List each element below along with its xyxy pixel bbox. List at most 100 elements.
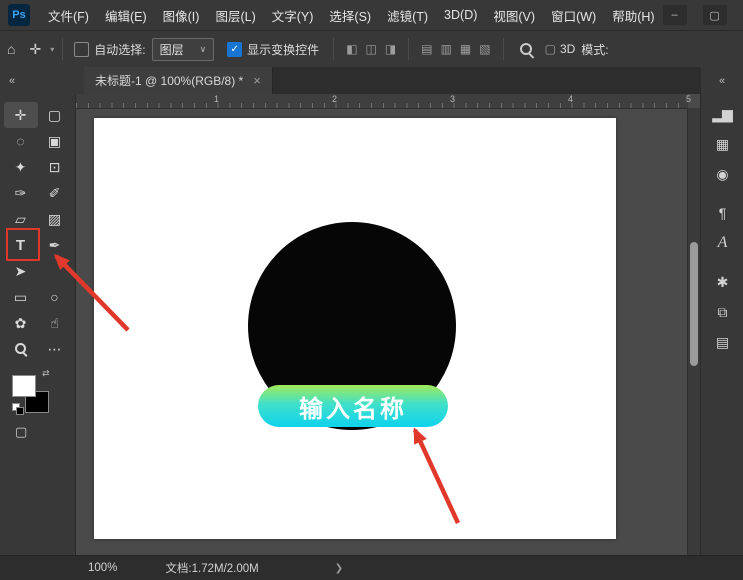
default-colors-icon[interactable] [12, 403, 24, 414]
panel-dock: ▂▆ ▦ ◉ ¶ A ✱ ⧉ ▤ [700, 94, 743, 556]
vertical-scrollbar[interactable] [687, 108, 700, 556]
panel-layers-icon[interactable]: ⧉ [709, 300, 735, 324]
panel-histogram-icon[interactable]: ▂▆ [709, 102, 735, 126]
search-icon[interactable] [519, 42, 534, 57]
divider [62, 38, 63, 60]
photoshop-window: Ps 文件(F) 编辑(E) 图像(I) 图层(L) 文字(Y) 选择(S) 滤… [0, 0, 743, 580]
document-size-info: 文档:1.72M/2.00M [165, 560, 258, 576]
status-bar: 100% 文档:1.72M/2.00M ❯ [0, 555, 743, 580]
foreground-color-swatch[interactable] [12, 375, 36, 397]
ruler-tick: 1 [214, 94, 219, 104]
menu-image[interactable]: 图像(I) [155, 6, 208, 25]
menu-file[interactable]: 文件(F) [40, 6, 97, 25]
panel-info-icon[interactable]: ▤ [709, 330, 735, 354]
more-tools[interactable]: ⋯ [38, 336, 72, 362]
panel-color-icon[interactable]: ◉ [709, 162, 735, 186]
auto-select-label: 自动选择: [94, 41, 145, 58]
ellipse-tool[interactable]: ○ [38, 284, 72, 310]
panel-paragraph-icon[interactable]: ¶ [709, 201, 735, 225]
menu-select[interactable]: 选择(S) [321, 6, 379, 25]
color-swatches: ⇄ [12, 370, 58, 416]
menu-view[interactable]: 视图(V) [485, 6, 543, 25]
canvas-area: 1 2 3 4 5 输入名称 [76, 94, 700, 556]
panel-shapes-icon[interactable]: ✱ [709, 270, 735, 294]
rect-marquee-tool[interactable]: ▢ [38, 102, 72, 128]
tool-options-bar: ⌂ ✛ ▾ 自动选择: 图层 ∨ ✓ 显示变换控件 ◧ ◫ ◨ ▤ ▥ ▦ ▧ … [0, 31, 743, 68]
align-top-icon[interactable]: ▤ [421, 42, 432, 56]
menu-help[interactable]: 帮助(H) [604, 6, 662, 25]
panel-character-icon[interactable]: A [709, 231, 735, 255]
status-expand-icon[interactable]: ❯ [335, 563, 343, 574]
align-right-icon[interactable]: ◨ [385, 42, 396, 56]
menu-type[interactable]: 文字(Y) [264, 6, 322, 25]
lasso-tool[interactable]: ◌ [4, 128, 38, 154]
name-button-shape: 输入名称 [258, 385, 448, 427]
ruler-tick: 5 [686, 94, 691, 104]
text-tool[interactable]: T [4, 232, 38, 258]
move-tool[interactable]: ✛ [4, 102, 38, 128]
move-tool-icon[interactable]: ✛ [29, 41, 41, 58]
divider [503, 38, 504, 60]
auto-select-target-dropdown[interactable]: 图层 ∨ [152, 38, 215, 61]
gradient-tool[interactable]: ▨ [38, 206, 72, 232]
toolbar-collapse-button[interactable]: « [0, 67, 84, 94]
custom-shape-tool[interactable]: ✿ [4, 310, 38, 336]
screen-mode-icon[interactable]: ▢ [15, 424, 75, 440]
zoom-tool[interactable] [4, 336, 38, 362]
path-selection-tool[interactable]: ➤ [4, 258, 38, 284]
threed-label: 3D [560, 42, 575, 56]
window-controls: – ▢ [663, 5, 743, 25]
menu-filter[interactable]: 滤镜(T) [379, 6, 436, 25]
tools-grid: ✛ ▢ ◌ ▣ ✦ ⊡ ✑ ✐ ▱ ▨ T ✒ ➤ ▭ ○ ✿ ☝ ⋯ [0, 94, 75, 362]
swap-colors-icon[interactable]: ⇄ [42, 368, 50, 379]
crop-tool[interactable]: ⊡ [38, 154, 72, 180]
chevron-down-icon: ∨ [200, 44, 207, 55]
hand-tool[interactable]: ☝ [38, 310, 72, 336]
pen-tool[interactable]: ✒ [38, 232, 72, 258]
target-value: 图层 [160, 41, 184, 58]
document-title: 未标题-1 @ 100%(RGB/8) * [95, 72, 243, 89]
scrollbar-thumb[interactable] [690, 242, 698, 366]
align-middle-icon[interactable]: ▥ [441, 42, 452, 56]
document-tab[interactable]: 未标题-1 @ 100%(RGB/8) * × [84, 67, 273, 94]
close-icon[interactable]: × [253, 73, 261, 88]
zoom-level-field[interactable]: 100% [88, 562, 117, 574]
ruler-tick: 3 [450, 94, 455, 104]
eyedropper-tool[interactable]: ✑ [4, 180, 38, 206]
align-bottom-icon[interactable]: ▦ [460, 42, 471, 56]
panel-swatches-icon[interactable]: ▦ [709, 132, 735, 156]
divider [333, 38, 334, 60]
show-transform-checkbox[interactable]: ✓ [227, 42, 242, 57]
workspace-icon[interactable]: ▢ [545, 42, 556, 56]
menu-edit[interactable]: 编辑(E) [97, 6, 155, 25]
chevron-down-icon[interactable]: ▾ [50, 45, 54, 54]
minimize-button[interactable]: – [663, 5, 687, 25]
workspace: ✛ ▢ ◌ ▣ ✦ ⊡ ✑ ✐ ▱ ▨ T ✒ ➤ ▭ ○ ✿ ☝ ⋯ [0, 94, 743, 556]
panel-collapse-button[interactable]: « [701, 67, 743, 94]
canvas[interactable]: 输入名称 [94, 118, 616, 539]
rounded-rect-tool[interactable]: ▭ [4, 284, 38, 310]
menu-3d[interactable]: 3D(D) [436, 8, 485, 22]
distribute-icon[interactable]: ▧ [479, 42, 490, 56]
ruler-tick: 2 [332, 94, 337, 104]
align-center-icon[interactable]: ◫ [366, 42, 377, 56]
menu-layer[interactable]: 图层(L) [207, 6, 263, 25]
document-tab-bar: « 未标题-1 @ 100%(RGB/8) * × « [0, 67, 743, 94]
menu-window[interactable]: 窗口(W) [543, 6, 604, 25]
brush-tool[interactable]: ✐ [38, 180, 72, 206]
photoshop-logo: Ps [8, 4, 30, 26]
tool-spacer [38, 258, 72, 284]
frame-tool[interactable]: ▣ [38, 128, 72, 154]
tools-panel: ✛ ▢ ◌ ▣ ✦ ⊡ ✑ ✐ ▱ ▨ T ✒ ➤ ▭ ○ ✿ ☝ ⋯ [0, 94, 76, 556]
zoom-tool-icon [14, 342, 28, 356]
home-icon[interactable]: ⌂ [7, 41, 15, 57]
auto-select-checkbox[interactable] [74, 42, 89, 57]
quick-selection-tool[interactable]: ✦ [4, 154, 38, 180]
horizontal-ruler: 1 2 3 4 5 [76, 94, 688, 109]
menu-bar: Ps 文件(F) 编辑(E) 图像(I) 图层(L) 文字(Y) 选择(S) 滤… [0, 0, 743, 31]
divider [408, 38, 409, 60]
align-left-icon[interactable]: ◧ [346, 42, 357, 56]
threed-mode-label: 模式: [581, 41, 608, 58]
eraser-tool[interactable]: ▱ [4, 206, 38, 232]
restore-button[interactable]: ▢ [703, 5, 727, 25]
